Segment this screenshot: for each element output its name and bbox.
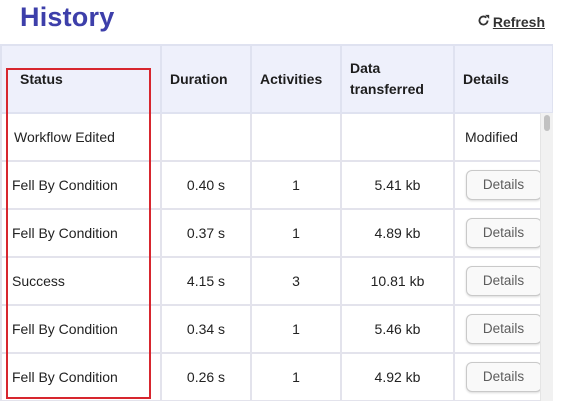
data-transferred-cell: 4.92 kb [340,352,455,401]
data-transferred-cell [340,112,455,162]
status-cell: Fell By Condition [0,208,162,258]
history-page: History Refresh Status Duration Activiti… [0,0,561,401]
duration-cell: 0.34 s [160,304,252,354]
duration-cell: 0.40 s [160,160,252,210]
activities-cell: 1 [250,304,342,354]
status-cell: Fell By Condition [0,304,162,354]
details-cell: Modified [453,112,553,162]
column-header-details[interactable]: Details [453,44,553,114]
duration-cell [160,112,252,162]
details-cell: Details [453,208,553,258]
status-cell: Success [0,256,162,306]
table-row[interactable]: Fell By Condition 0.34 s 1 5.46 kb Detai… [0,304,553,354]
scrollbar-thumb[interactable] [544,115,550,131]
details-button[interactable]: Details [465,362,542,392]
details-cell: Details [453,352,553,401]
details-cell: Details [453,304,553,354]
details-button[interactable]: Details [465,170,542,200]
history-table: Status Duration Activities Data transfer… [0,44,553,401]
refresh-icon [477,14,490,30]
details-cell: Details [453,256,553,306]
data-transferred-cell: 4.89 kb [340,208,455,258]
column-header-status[interactable]: Status [0,44,162,114]
activities-cell: 1 [250,352,342,401]
duration-cell: 0.26 s [160,352,252,401]
details-button[interactable]: Details [465,218,542,248]
duration-cell: 4.15 s [160,256,252,306]
activities-cell: 1 [250,160,342,210]
data-transferred-cell: 5.46 kb [340,304,455,354]
status-cell: Workflow Edited [0,112,162,162]
table-row[interactable]: Fell By Condition 0.26 s 1 4.92 kb Detai… [0,352,553,401]
table-row[interactable]: Fell By Condition 0.37 s 1 4.89 kb Detai… [0,208,553,258]
column-header-activities[interactable]: Activities [250,44,342,114]
activities-cell [250,112,342,162]
data-transferred-cell: 10.81 kb [340,256,455,306]
page-title: History [20,2,115,32]
refresh-label: Refresh [492,14,545,30]
data-transferred-cell: 5.41 kb [340,160,455,210]
activities-cell: 1 [250,208,342,258]
column-header-data-transferred[interactable]: Data transferred [340,44,455,114]
details-button[interactable]: Details [465,266,542,296]
activities-cell: 3 [250,256,342,306]
table-header-row: Status Duration Activities Data transfer… [0,44,553,114]
details-button[interactable]: Details [465,314,542,344]
history-table-container: Status Duration Activities Data transfer… [0,44,553,401]
table-row[interactable]: Success 4.15 s 3 10.81 kb Details [0,256,553,306]
status-cell: Fell By Condition [0,352,162,401]
duration-cell: 0.37 s [160,208,252,258]
refresh-link[interactable]: Refresh [477,14,545,30]
details-cell: Details [453,160,553,210]
status-cell: Fell By Condition [0,160,162,210]
table-row[interactable]: Workflow Edited Modified [0,112,553,162]
table-scrollbar[interactable] [540,113,553,401]
table-row[interactable]: Fell By Condition 0.40 s 1 5.41 kb Detai… [0,160,553,210]
column-header-duration[interactable]: Duration [160,44,252,114]
